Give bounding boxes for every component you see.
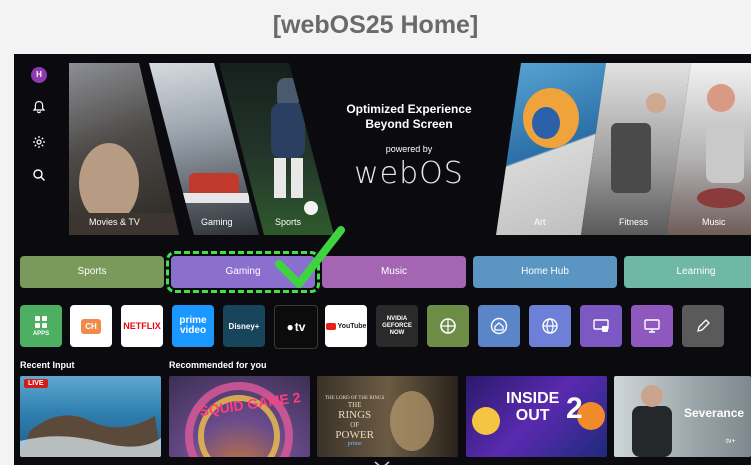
edit-button[interactable] <box>682 305 724 347</box>
app-remote-pc[interactable] <box>631 305 673 347</box>
tile-title: OF <box>350 421 360 429</box>
app-geforce-now[interactable]: NVIDIA GEFORCE NOW <box>376 305 418 347</box>
app-label: APPS <box>32 331 50 337</box>
sports-icon <box>440 318 456 334</box>
hero-left-group: Movies & TV Gaming Sports <box>69 63 334 235</box>
scroll-down-indicator[interactable] <box>374 456 390 465</box>
pencil-icon <box>697 319 710 332</box>
category-home-hub[interactable]: Home Hub <box>473 256 617 288</box>
app-label: GEFORCE <box>382 322 412 329</box>
app-channels[interactable]: CH <box>70 305 112 347</box>
bell-icon[interactable] <box>30 98 48 116</box>
recommended-tile-inside-out-2[interactable]: INSIDE OUT 2 <box>466 376 607 457</box>
hero-powered-by: powered by <box>385 144 433 154</box>
app-label: video <box>179 325 207 336</box>
hero-card-label: Movies & TV <box>89 217 140 227</box>
youtube-play-icon <box>325 322 336 330</box>
webos-logo: webOS <box>354 156 464 191</box>
hero-card-label: Gaming <box>201 217 233 227</box>
app-label: YouTube <box>337 322 367 330</box>
tile-title: POWER <box>335 429 374 441</box>
recommended-tile-squid-game[interactable]: SQUID GAME 2 <box>169 376 310 457</box>
hero-banner[interactable]: Optimized Experience Beyond Screen power… <box>324 102 494 191</box>
app-prime-video[interactable]: prime video <box>172 305 214 347</box>
category-learning[interactable]: Learning <box>624 256 751 288</box>
app-apple-tv[interactable]: ● tv <box>274 305 318 349</box>
gear-icon[interactable] <box>30 133 48 151</box>
hero-headline-1: Optimized Experience <box>346 102 472 116</box>
checkmark-icon <box>275 226 345 288</box>
tile-title: 2 <box>566 392 583 425</box>
app-disney-plus[interactable]: Disney+ <box>223 305 265 347</box>
tile-title: OUT <box>515 407 550 424</box>
app-youtube[interactable]: YouTube <box>325 305 367 347</box>
app-label: tv <box>294 320 306 334</box>
tile-provider: prime <box>347 441 362 447</box>
hero-card-label: Art <box>534 217 546 227</box>
globe-icon <box>542 318 558 334</box>
grid-icon <box>35 316 47 328</box>
screen-share-icon <box>593 319 609 332</box>
app-label: NOW <box>389 329 405 336</box>
hero-card-label: Fitness <box>619 217 649 227</box>
app-sports-hub[interactable] <box>427 305 469 347</box>
recommended-tile-severance[interactable]: Severance tv+ <box>614 376 751 457</box>
search-icon[interactable] <box>30 166 48 184</box>
app-label: CH <box>81 318 101 334</box>
app-browser[interactable] <box>529 305 571 347</box>
recommended-heading: Recommended for you <box>169 360 267 370</box>
tile-title: RINGS <box>338 409 372 421</box>
recent-input-tile[interactable]: LIVE <box>20 376 161 457</box>
app-label: NVIDIA <box>386 315 408 322</box>
hero-card-label: Music <box>702 217 726 227</box>
tile-title: Severance <box>684 406 745 420</box>
side-rail: H <box>14 54 64 254</box>
hero-headline-2: Beyond Screen <box>365 117 453 131</box>
app-netflix[interactable]: NETFLIX <box>121 305 163 347</box>
profile-avatar[interactable]: H <box>31 67 47 83</box>
category-sports[interactable]: Sports <box>20 256 164 288</box>
apple-icon: ● <box>286 320 294 334</box>
recommended-tile-rings-of-power[interactable]: THE LORD OF THE RINGS THE RINGS OF POWER… <box>317 376 458 457</box>
monitor-icon <box>644 319 660 333</box>
app-apps[interactable]: APPS <box>20 305 62 347</box>
app-home-hub[interactable] <box>478 305 520 347</box>
chevron-down-icon <box>374 461 390 465</box>
tv-screen: H Movies & TV Gaming Sports Optimized Ex… <box>14 54 751 465</box>
app-screen-share[interactable] <box>580 305 622 347</box>
recent-input-heading: Recent Input <box>20 360 75 370</box>
home-icon <box>490 317 508 335</box>
live-badge: LIVE <box>24 379 48 388</box>
tile-provider: tv+ <box>726 438 736 445</box>
tile-title: THE <box>347 401 362 409</box>
tile-title: INSIDE <box>506 390 560 407</box>
hero-right-group: Art Fitness Music <box>496 63 751 235</box>
page-title: [webOS25 Home] <box>272 11 479 39</box>
